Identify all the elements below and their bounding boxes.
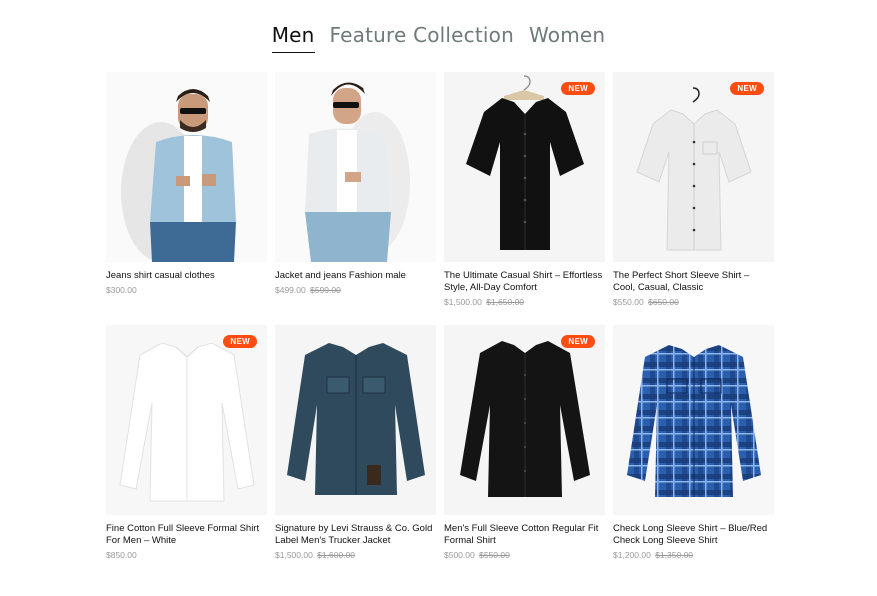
product-title[interactable]: Men's Full Sleeve Cotton Regular Fit For… (444, 523, 605, 547)
new-badge: NEW (730, 82, 764, 95)
original-price: $1,350.00 (655, 550, 694, 560)
original-price: $599.00 (310, 285, 341, 295)
original-price: $1,600.00 (317, 550, 356, 560)
product-image[interactable] (106, 72, 267, 262)
current-price: $850.00 (106, 550, 137, 560)
product-title[interactable]: Jeans shirt casual clothes (106, 270, 267, 282)
new-badge: NEW (223, 335, 257, 348)
product-title[interactable]: The Ultimate Casual Shirt – Effortless S… (444, 270, 605, 294)
product-image[interactable] (613, 325, 774, 515)
product-card[interactable]: Jeans shirt casual clothes $300.00 (106, 72, 267, 325)
product-title[interactable]: Signature by Levi Strauss & Co. Gold Lab… (275, 523, 436, 547)
current-price: $550.00 (613, 297, 644, 307)
product-price: $300.00 (106, 285, 267, 295)
product-image[interactable] (275, 72, 436, 262)
product-price: $850.00 (106, 550, 267, 560)
current-price: $1,200.00 (613, 550, 651, 560)
current-price: $499.00 (275, 285, 306, 295)
product-price: $499.00 $599.00 (275, 285, 436, 295)
product-price: $1,500.00 $1,600.00 (275, 550, 436, 560)
product-card[interactable]: NEW The Perfect Short Sleeve Shirt – Coo… (613, 72, 774, 325)
new-badge: NEW (561, 82, 595, 95)
new-badge: NEW (561, 335, 595, 348)
original-price: $550.00 (479, 550, 510, 560)
tab-men[interactable]: Men (271, 22, 315, 53)
product-title[interactable]: Fine Cotton Full Sleeve Formal Shirt For… (106, 523, 267, 547)
product-card[interactable]: Jacket and jeans Fashion male $499.00 $5… (275, 72, 436, 325)
product-card[interactable]: Signature by Levi Strauss & Co. Gold Lab… (275, 325, 436, 578)
product-card[interactable]: NEW The Ultimate Casual Shirt – Effortle… (444, 72, 605, 325)
product-grid: Jeans shirt casual clothes $300.00 Jacke… (106, 72, 774, 578)
tab-feature-collection[interactable]: Feature Collection (330, 22, 514, 53)
current-price: $1,500.00 (275, 550, 313, 560)
product-price: $1,500.00 $1,650.00 (444, 297, 605, 307)
product-title[interactable]: The Perfect Short Sleeve Shirt – Cool, C… (613, 270, 774, 294)
product-price: $550.00 $650.00 (613, 297, 774, 307)
product-image[interactable]: NEW (613, 72, 774, 262)
product-price: $500.00 $550.00 (444, 550, 605, 560)
product-card[interactable]: Check Long Sleeve Shirt – Blue/Red Check… (613, 325, 774, 578)
original-price: $650.00 (648, 297, 679, 307)
current-price: $300.00 (106, 285, 137, 295)
product-title[interactable]: Jacket and jeans Fashion male (275, 270, 436, 282)
product-image[interactable]: NEW (444, 72, 605, 262)
current-price: $1,500.00 (444, 297, 482, 307)
product-image[interactable]: NEW (444, 325, 605, 515)
category-tabs: Men Feature Collection Women (0, 22, 877, 53)
product-image[interactable]: NEW (106, 325, 267, 515)
product-price: $1,200.00 $1,350.00 (613, 550, 774, 560)
product-card[interactable]: NEW Fine Cotton Full Sleeve Formal Shirt… (106, 325, 267, 578)
product-image[interactable] (275, 325, 436, 515)
current-price: $500.00 (444, 550, 475, 560)
original-price: $1,650.00 (486, 297, 525, 307)
product-card[interactable]: NEW Men's Full Sleeve Cotton Regular Fit… (444, 325, 605, 578)
product-title[interactable]: Check Long Sleeve Shirt – Blue/Red Check… (613, 523, 774, 547)
tab-women[interactable]: Women (529, 22, 605, 53)
